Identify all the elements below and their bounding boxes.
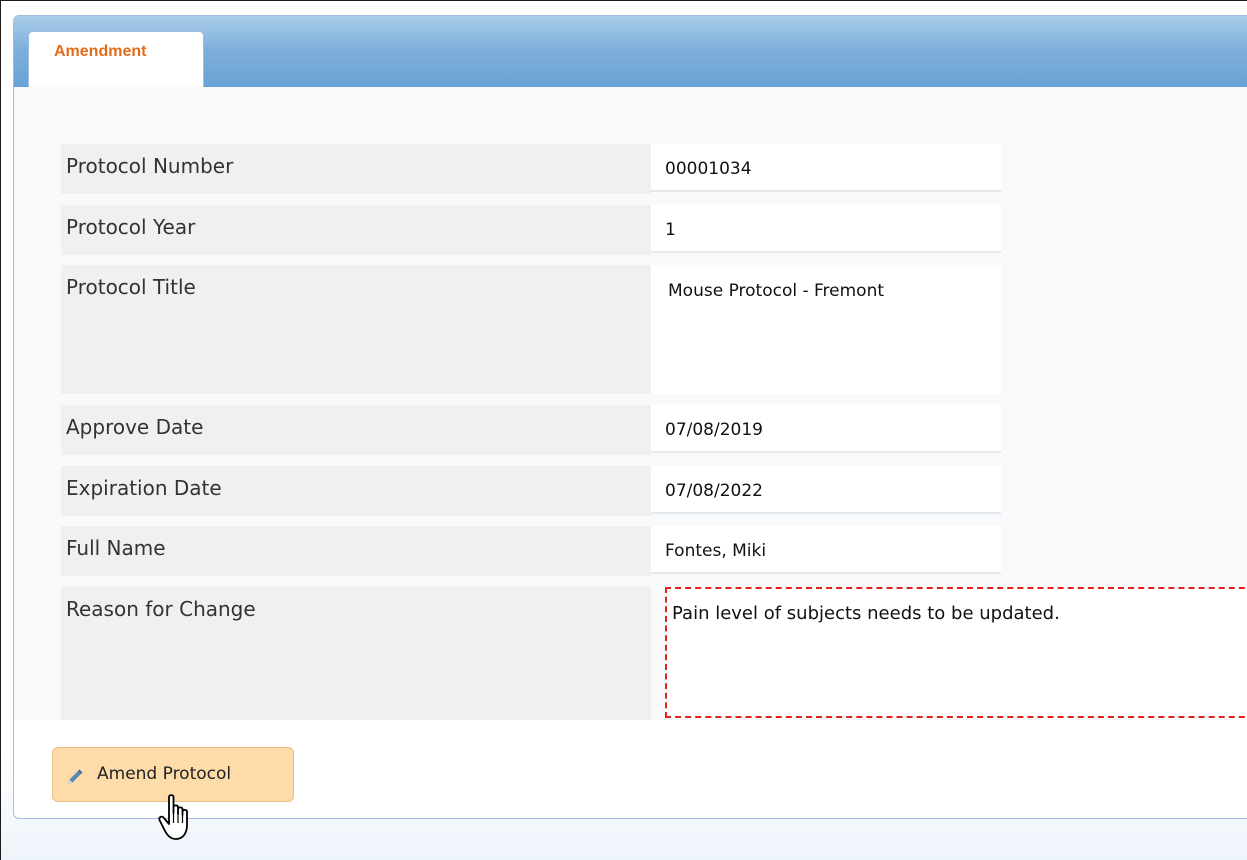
expiration-date-label: Expiration Date (61, 466, 651, 516)
protocol-year-label: Protocol Year (61, 205, 651, 255)
amend-protocol-label: Amend Protocol (97, 764, 232, 784)
pencil-icon (68, 769, 83, 784)
window-frame: Amendment Protocol Number 00001034 Proto… (0, 0, 1247, 860)
form-area: Protocol Number 00001034 Protocol Year 1… (14, 87, 1247, 720)
amendment-panel: Amendment Protocol Number 00001034 Proto… (13, 15, 1247, 819)
approve-date-field[interactable]: 07/08/2019 (651, 405, 1001, 453)
expiration-date-field[interactable]: 07/08/2022 (651, 466, 1001, 514)
reason-for-change-label: Reason for Change (61, 587, 651, 720)
protocol-number-label: Protocol Number (61, 144, 651, 194)
reason-for-change-input[interactable]: Pain level of subjects needs to be updat… (665, 587, 1247, 718)
tab-bar: Amendment (14, 16, 1247, 87)
protocol-number-field[interactable]: 00001034 (651, 144, 1001, 192)
protocol-year-field[interactable]: 1 (651, 205, 1001, 253)
hand-cursor-icon (158, 794, 188, 840)
full-name-field[interactable]: Fontes, Miki (651, 526, 1001, 574)
full-name-label: Full Name (61, 526, 651, 576)
approve-date-label: Approve Date (61, 405, 651, 455)
tab-amendment[interactable]: Amendment (28, 31, 204, 87)
tab-amendment-label: Amendment (54, 43, 147, 60)
protocol-title-label: Protocol Title (61, 265, 651, 394)
protocol-title-field[interactable]: Mouse Protocol - Fremont (651, 265, 1001, 394)
